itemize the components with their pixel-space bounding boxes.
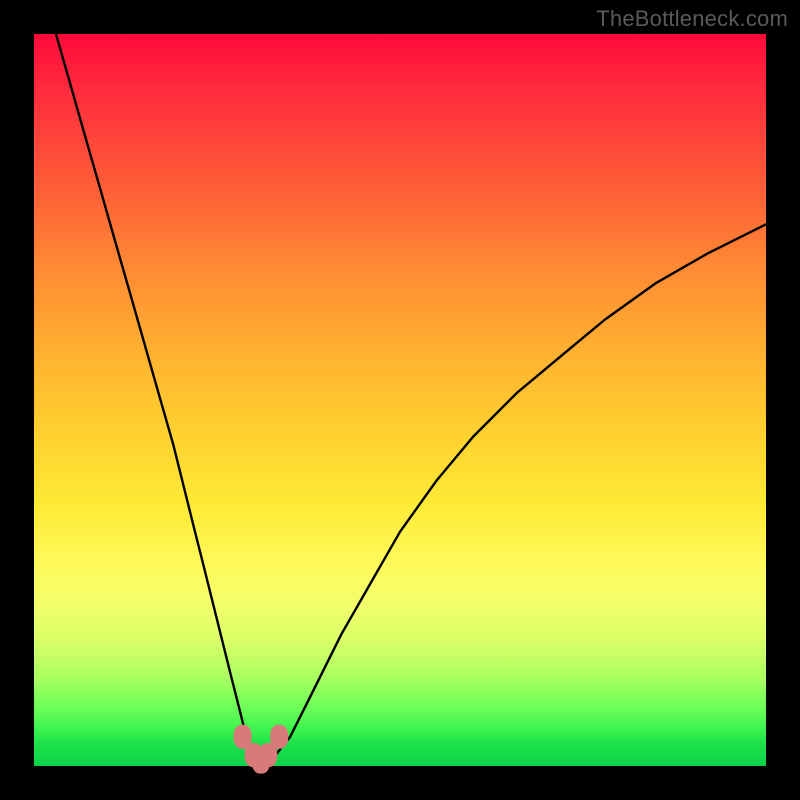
plot-area [34, 34, 766, 766]
watermark-text: TheBottleneck.com [596, 6, 788, 32]
chart-frame: TheBottleneck.com [0, 0, 800, 800]
bottleneck-curve [56, 34, 766, 762]
marker-right [270, 725, 288, 749]
curve-svg [34, 34, 766, 766]
